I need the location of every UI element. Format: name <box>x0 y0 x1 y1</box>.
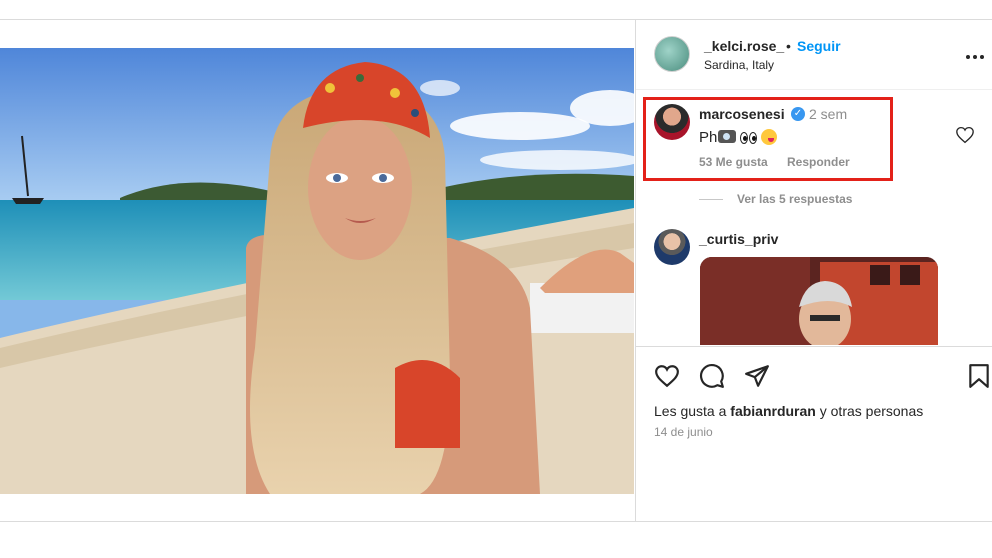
comment-text: Ph <box>699 126 778 148</box>
eyes-emoji <box>740 131 758 148</box>
comment-icon[interactable] <box>699 363 725 389</box>
likes-user[interactable]: fabianrduran <box>730 403 816 419</box>
view-replies-button[interactable]: Ver las 5 respuestas <box>699 192 852 206</box>
bookmark-icon[interactable] <box>966 363 992 389</box>
comment-image[interactable] <box>700 257 938 345</box>
share-icon[interactable] <box>744 363 770 389</box>
heart-icon[interactable] <box>654 363 680 389</box>
more-icon[interactable] <box>966 46 988 59</box>
comment-item: marcosenesi ✓ 2 sem Ph 53 Me gusta Respo… <box>636 100 992 200</box>
comment-username[interactable]: marcosenesi <box>699 106 785 122</box>
commenter-avatar[interactable] <box>654 104 690 140</box>
comment-likes[interactable]: 53 Me gusta <box>699 155 768 169</box>
post-actions: Les gusta a fabianrduran y otras persona… <box>636 346 992 521</box>
author-username[interactable]: _kelci.rose_ <box>704 38 784 54</box>
author-avatar[interactable] <box>654 36 690 72</box>
camera-emoji <box>718 130 737 143</box>
post-date[interactable]: 14 de junio <box>654 425 713 439</box>
likes-prefix: Les gusta a <box>654 403 731 419</box>
post-header: _kelci.rose_ • Seguir Sardina, Italy <box>636 20 992 90</box>
likes-suffix[interactable]: y otras personas <box>816 403 924 419</box>
commenter-avatar[interactable] <box>654 229 690 265</box>
post-image[interactable] <box>0 48 634 494</box>
bottom-divider <box>0 521 992 522</box>
heart-icon[interactable] <box>955 126 975 144</box>
post-side-panel: _kelci.rose_ • Seguir Sardina, Italy mar… <box>635 20 992 521</box>
comment-text-prefix: Ph <box>699 129 718 146</box>
post-location[interactable]: Sardina, Italy <box>704 58 774 72</box>
likes-summary[interactable]: Les gusta a fabianrduran y otras persona… <box>654 403 923 419</box>
follow-button[interactable]: Seguir <box>797 38 841 54</box>
comment-time[interactable]: 2 sem <box>809 106 847 122</box>
reply-button[interactable]: Responder <box>787 155 850 169</box>
comment-item: _curtis_priv <box>636 225 992 345</box>
face-emoji <box>761 129 778 145</box>
separator-dot: • <box>786 38 791 54</box>
comment-username[interactable]: _curtis_priv <box>699 231 778 247</box>
verified-icon: ✓ <box>791 107 805 121</box>
